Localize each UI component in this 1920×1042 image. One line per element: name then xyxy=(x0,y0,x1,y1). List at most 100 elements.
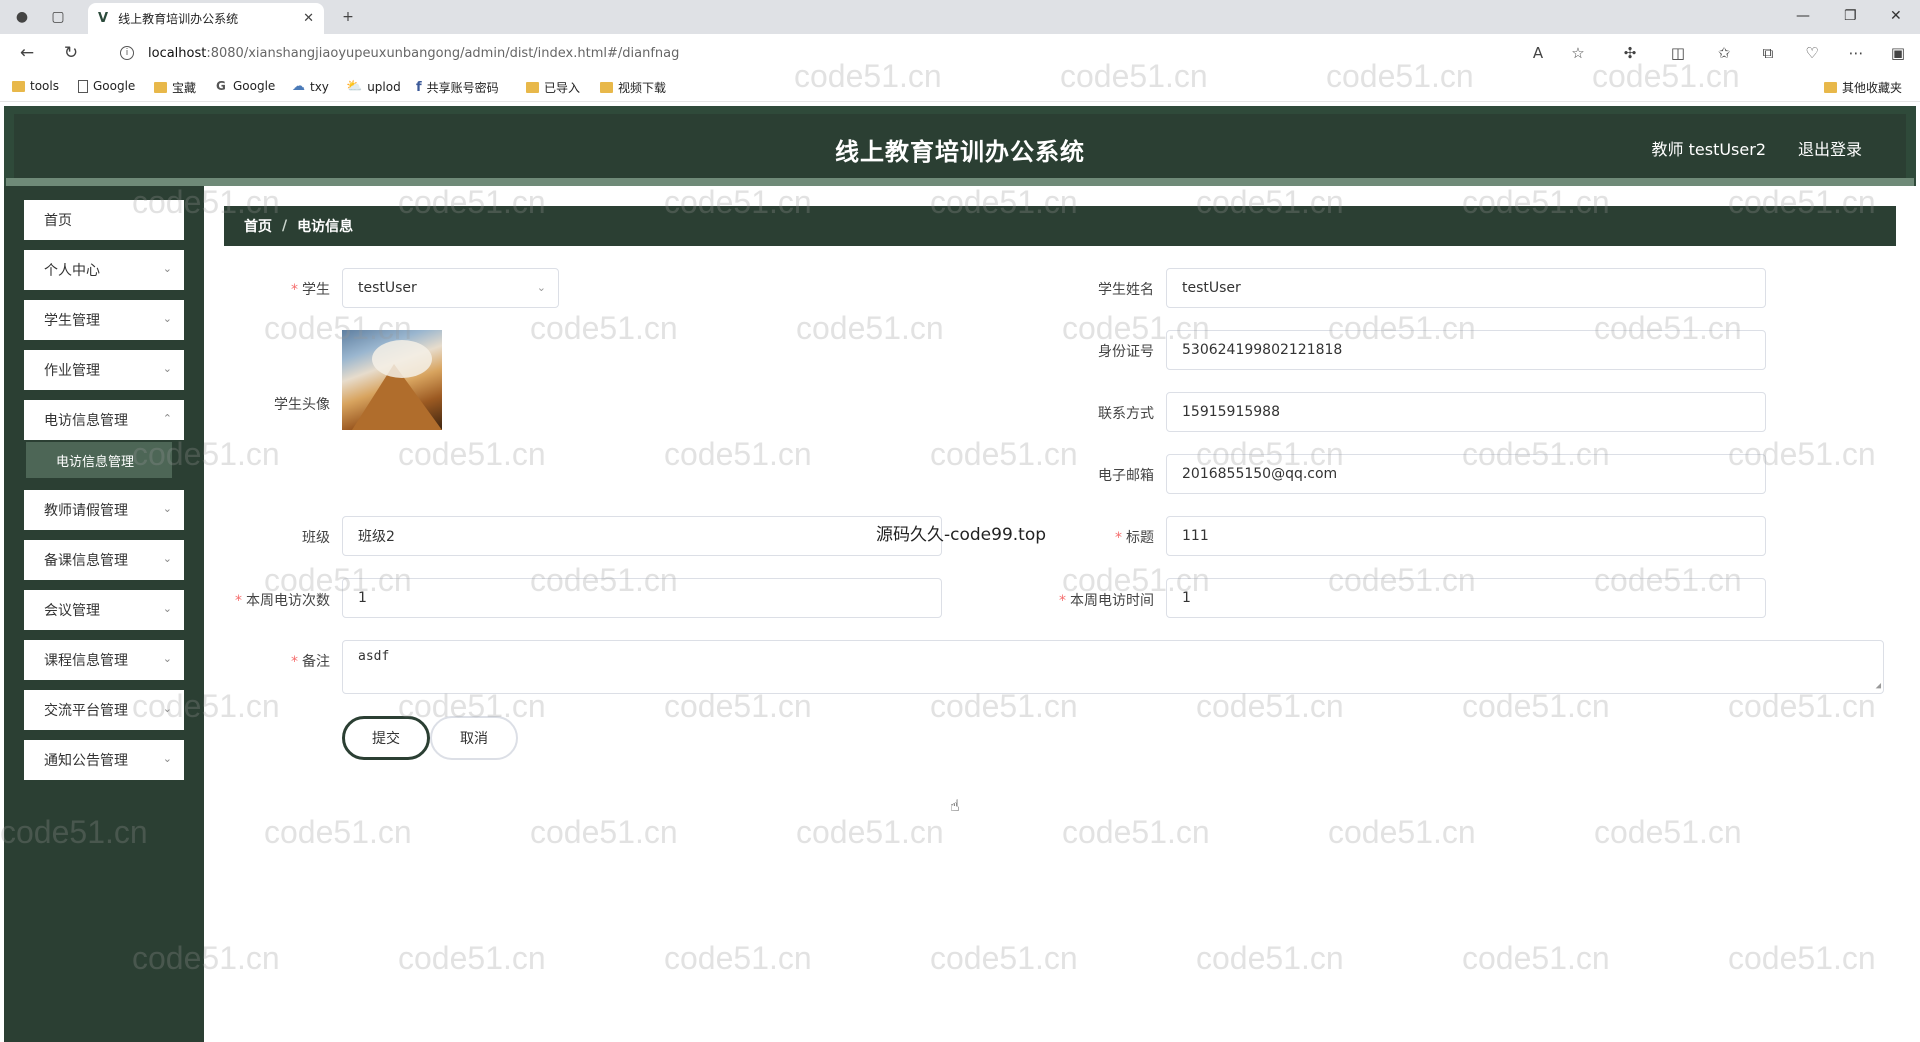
google-icon: G xyxy=(216,79,226,93)
overlay-caption: 源码久久-code99.top xyxy=(876,525,1047,545)
restore-icon[interactable]: ❐ xyxy=(1844,8,1857,24)
resize-handle-icon[interactable]: ◢ xyxy=(1876,681,1881,691)
vue-favicon-icon: V xyxy=(98,11,109,26)
breadcrumb-current: 电访信息 xyxy=(297,219,354,235)
bookmark-item[interactable]: Google xyxy=(78,79,135,93)
collections-icon[interactable]: ⧉ xyxy=(1758,44,1778,62)
id-number-label: 身份证号 xyxy=(1098,344,1154,360)
weekly-count-label: * 本周电访次数 xyxy=(235,593,330,609)
close-tab-icon[interactable]: ✕ xyxy=(303,11,314,26)
folder-icon xyxy=(12,80,25,92)
browser-essentials-icon[interactable]: ♡ xyxy=(1802,44,1822,62)
cloud-shape xyxy=(372,340,432,378)
more-menu-icon[interactable]: ⋯ xyxy=(1846,44,1866,62)
student-label: * 学生 xyxy=(291,282,330,298)
url-host: localhost xyxy=(148,45,207,61)
sidebar-item-students[interactable]: 学生管理 ⌄ xyxy=(24,300,184,340)
class-label: 班级 xyxy=(302,530,330,546)
chevron-down-icon: ⌄ xyxy=(162,752,172,765)
back-icon[interactable]: ← xyxy=(16,43,38,63)
sidebar-toggle-icon[interactable]: ▣ xyxy=(1888,44,1908,62)
minimize-icon[interactable]: — xyxy=(1796,8,1810,24)
email-label: 电子邮箱 xyxy=(1098,468,1154,484)
other-bookmarks[interactable]: 其他收藏夹 xyxy=(1824,79,1902,96)
split-screen-icon[interactable]: ◫ xyxy=(1668,44,1688,62)
bookmark-item[interactable]: ⛅ uplod xyxy=(346,79,401,94)
bookmarks-bar: tools Google 宝藏 G Google ☁ txy ⛅ uplod f 共享账… xyxy=(0,72,1920,102)
student-name-field[interactable]: testUser xyxy=(1166,268,1766,308)
chevron-down-icon: ⌄ xyxy=(162,702,172,715)
contact-label: 联系方式 xyxy=(1098,406,1154,422)
browser-tab[interactable]: V 线上教育培训办公系统 ✕ xyxy=(88,3,324,34)
address-bar-row: ← ↻ i localhost:8080/xianshangjiaoyupeux… xyxy=(0,34,1920,72)
weekly-time-field[interactable]: 1 xyxy=(1166,578,1766,618)
class-field[interactable]: 班级2 xyxy=(342,516,942,556)
sidebar-item-phone-visits[interactable]: 电访信息管理 ⌃ xyxy=(24,400,184,440)
folder-icon xyxy=(600,82,613,93)
submit-button[interactable]: 提交 xyxy=(342,716,430,760)
header-divider xyxy=(6,178,1914,186)
bookmark-item[interactable]: ☁ txy xyxy=(292,79,329,94)
title-field[interactable]: 111 xyxy=(1166,516,1766,556)
student-avatar-image xyxy=(342,330,442,430)
extensions-icon[interactable]: ✣ xyxy=(1620,44,1640,62)
tab-actions-icon[interactable]: ▢ xyxy=(48,7,68,27)
chevron-down-icon: ⌄ xyxy=(162,552,172,565)
sidebar-item-personal-center[interactable]: 个人中心 ⌄ xyxy=(24,250,184,290)
email-field[interactable]: 2016855150@qq.com xyxy=(1166,454,1766,494)
sidebar-item-homework[interactable]: 作业管理 ⌄ xyxy=(24,350,184,390)
url-path: :8080/xianshangjiaoyupeuxunbangong/admin… xyxy=(206,45,680,61)
hand-cursor-icon: ☝ xyxy=(950,796,960,815)
favorite-star-icon[interactable]: ☆ xyxy=(1568,44,1588,62)
app-header: 线上教育培训办公系统 教师 testUser2 退出登录 xyxy=(14,114,1906,178)
favorites-icon[interactable]: ✩ xyxy=(1714,44,1734,62)
id-number-field[interactable]: 530624199802121818 xyxy=(1166,330,1766,370)
profile-icon[interactable]: ● xyxy=(12,7,32,27)
tab-title: 线上教育培训办公系统 xyxy=(118,12,239,26)
sidebar-item-lesson-prep[interactable]: 备课信息管理 ⌄ xyxy=(24,540,184,580)
bookmark-item[interactable]: 已导入 xyxy=(526,79,580,96)
remark-textarea[interactable]: asdf ◢ xyxy=(342,640,1884,694)
chevron-down-icon: ⌄ xyxy=(536,281,546,294)
logout-button[interactable]: 退出登录 xyxy=(1798,136,1862,160)
folder-icon xyxy=(526,82,539,93)
chevron-down-icon: ⌄ xyxy=(162,262,172,275)
folder-icon xyxy=(1824,82,1837,93)
bookmark-item[interactable]: G Google xyxy=(216,79,275,93)
share-icon: f xyxy=(416,80,422,95)
breadcrumb-separator: / xyxy=(282,218,288,234)
sidebar-item-courses[interactable]: 课程信息管理 ⌄ xyxy=(24,640,184,680)
sidebar-item-teacher-leave[interactable]: 教师请假管理 ⌄ xyxy=(24,490,184,530)
sidebar-item-meetings[interactable]: 会议管理 ⌄ xyxy=(24,590,184,630)
new-tab-icon[interactable]: + xyxy=(338,7,358,27)
current-user: 教师 testUser2 xyxy=(1651,140,1766,159)
sidebar: 首页 个人中心 ⌄ 学生管理 ⌄ 作业管理 ⌄ 电访信息管理 ⌃ 电访信息管理 教师请假… xyxy=(4,186,204,1042)
sidebar-item-forum[interactable]: 交流平台管理 ⌄ xyxy=(24,690,184,730)
bookmark-item[interactable]: f 共享账号密码 xyxy=(416,79,499,96)
site-info-icon[interactable]: i xyxy=(120,46,134,60)
url-field[interactable]: i localhost:8080/xianshangjiaoyupeuxunba… xyxy=(110,39,1630,67)
student-select[interactable]: testUser ⌄ xyxy=(342,268,559,308)
chevron-up-icon: ⌃ xyxy=(162,412,172,425)
reload-icon[interactable]: ↻ xyxy=(60,43,82,63)
weekly-count-field[interactable]: 1 xyxy=(342,578,942,618)
weekly-time-label: * 本周电访时间 xyxy=(1059,593,1154,609)
close-window-icon[interactable]: ✕ xyxy=(1890,8,1902,24)
bookmark-item[interactable]: tools xyxy=(12,79,59,93)
contact-field[interactable]: 15915915988 xyxy=(1166,392,1766,432)
chevron-down-icon: ⌄ xyxy=(162,502,172,515)
folder-icon xyxy=(154,82,167,93)
chevron-down-icon: ⌄ xyxy=(162,362,172,375)
title-label: * 标题 xyxy=(1115,530,1154,546)
read-aloud-icon[interactable]: A xyxy=(1528,44,1548,62)
breadcrumb-home[interactable]: 首页 xyxy=(244,216,272,236)
cancel-button[interactable]: 取消 xyxy=(430,716,518,760)
cloud-icon: ☁ xyxy=(292,79,305,94)
chevron-down-icon: ⌄ xyxy=(162,602,172,615)
bookmark-item[interactable]: 视频下载 xyxy=(600,79,666,96)
sidebar-item-home[interactable]: 首页 xyxy=(24,200,184,240)
sidebar-item-notices[interactable]: 通知公告管理 ⌄ xyxy=(24,740,184,780)
bookmark-item[interactable]: 宝藏 xyxy=(154,79,196,96)
chevron-down-icon: ⌄ xyxy=(162,652,172,665)
sidebar-subitem-phone-visits[interactable]: 电访信息管理 xyxy=(26,442,172,478)
